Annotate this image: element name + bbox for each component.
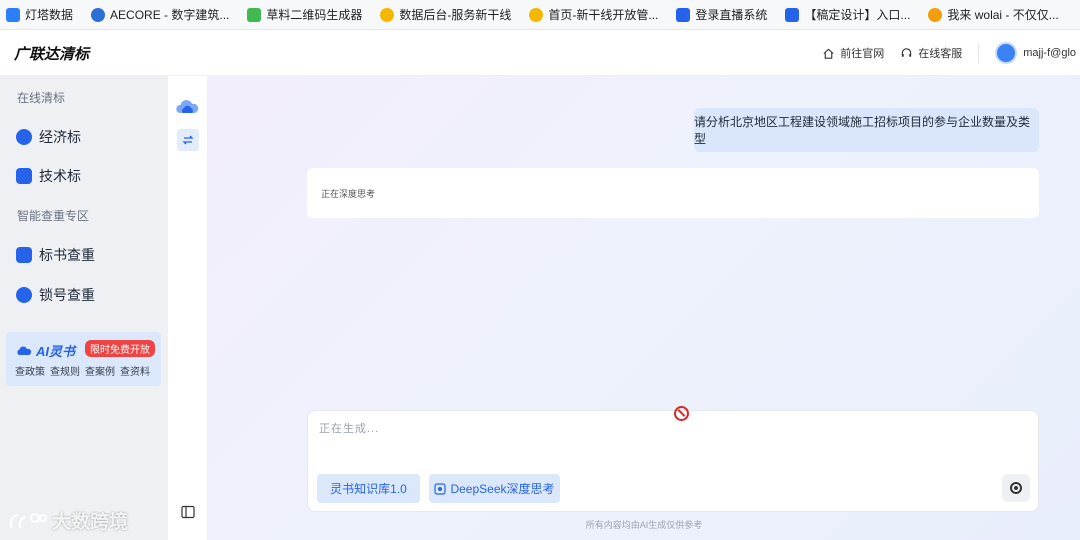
deepthink-icon xyxy=(434,482,447,495)
aecore-icon xyxy=(91,7,106,22)
bookmark-label: 首页-新干线开放管... xyxy=(548,8,659,22)
bulb-icon xyxy=(529,7,544,22)
bookmark-item[interactable]: AECORE - 数字建筑... xyxy=(91,6,229,23)
ai-disclaimer: 所有内容均由AI生成仅供参考 xyxy=(585,520,703,530)
qr-icon xyxy=(247,7,262,22)
ai-tag: 查案例 xyxy=(85,367,115,378)
chip-label: DeepSeek深度思考 xyxy=(450,482,555,496)
economic-bid-icon xyxy=(16,129,32,145)
sidebar-toggle-icon[interactable] xyxy=(180,504,196,520)
ai-tag: 查资料 xyxy=(120,367,150,378)
watermark-logo-icon xyxy=(9,512,47,528)
home-icon xyxy=(823,48,834,59)
official-site-link[interactable]: 前往官网 xyxy=(822,45,884,61)
gaoding-icon xyxy=(785,7,800,22)
ai-lingshu-card[interactable]: AI灵书 限时免费开放 查政策 查规则 查案例 查资料 xyxy=(6,332,161,386)
bulb-icon xyxy=(380,7,395,22)
lock-check-icon xyxy=(16,287,32,303)
sidebar-item-bid-check[interactable]: 标书查重 xyxy=(16,245,95,265)
watermark: 大数跨境 xyxy=(8,507,128,534)
icon-rail xyxy=(168,76,208,540)
ai-card-title-text: AI灵书 xyxy=(36,344,76,359)
new-chat-button[interactable] xyxy=(177,129,199,151)
technical-bid-icon xyxy=(16,168,32,184)
brand-title: 广联达清标 xyxy=(14,46,90,63)
section-title-check: 智能查重专区 xyxy=(17,209,90,223)
not-allowed-cursor-icon xyxy=(674,406,689,421)
answer-status: 正在深度思考 xyxy=(321,189,376,199)
chip-label: 灵书知识库1.0 xyxy=(330,482,407,496)
swap-icon xyxy=(182,135,194,145)
sidebar: 在线清标 经济标 技术标 智能查重专区 标书查重 锁号查重 AI灵书 限时免费开… xyxy=(0,76,168,540)
user-menu[interactable]: majj-f@glo xyxy=(995,42,1076,64)
bookmark-label: 草料二维码生成器 xyxy=(266,8,363,22)
user-message: 请分析北京地区工程建设领域施工招标项目的参与企业数量及类型 xyxy=(694,108,1039,152)
video-icon xyxy=(676,7,691,22)
sidebar-item-label: 经济标 xyxy=(39,129,81,145)
sidebar-item-economic-bid[interactable]: 经济标 xyxy=(16,127,81,147)
watermark-text: 大数跨境 xyxy=(52,512,129,533)
ai-card-tags: 查政策 查规则 查案例 查资料 xyxy=(15,363,150,378)
bookmark-label: 灯塔数据 xyxy=(25,8,74,22)
sidebar-item-label: 锁号查重 xyxy=(39,287,95,303)
username: majj-f@glo xyxy=(1023,47,1076,59)
stop-generating-button[interactable] xyxy=(1002,474,1030,502)
bookmark-item[interactable]: 【稿定设计】入口... xyxy=(785,6,910,23)
knowledge-base-chip[interactable]: 灵书知识库1.0 xyxy=(317,474,420,503)
sidebar-item-lock-check[interactable]: 锁号查重 xyxy=(16,285,95,305)
bookmark-item[interactable]: 灯塔数据 xyxy=(6,6,73,23)
chat-area: 请分析北京地区工程建设领域施工招标项目的参与企业数量及类型 正在深度思考 正在生… xyxy=(208,76,1080,540)
deepseek-chip[interactable]: DeepSeek深度思考 xyxy=(429,474,560,503)
wolai-icon xyxy=(928,7,943,22)
stop-icon xyxy=(1010,482,1022,494)
sidebar-item-technical-bid[interactable]: 技术标 xyxy=(16,166,81,186)
bookmark-item[interactable]: 数据后台-服务新干线 xyxy=(380,6,511,23)
bookmark-item[interactable]: 我来 wolai - 不仅仅... xyxy=(928,6,1059,23)
bookmark-item[interactable]: 草料二维码生成器 xyxy=(247,6,362,23)
official-site-label: 前往官网 xyxy=(840,48,885,60)
bid-check-icon xyxy=(16,247,32,263)
assistant-answer-card: 正在深度思考 xyxy=(307,168,1039,218)
bookmark-label: 数据后台-服务新干线 xyxy=(399,8,512,22)
cloud-logo-icon xyxy=(176,100,199,113)
sidebar-item-label: 技术标 xyxy=(39,168,81,184)
headset-icon xyxy=(902,47,912,57)
composer-input[interactable]: 正在生成... xyxy=(319,420,379,436)
header-divider xyxy=(978,43,980,63)
avatar xyxy=(995,42,1018,64)
ai-tag: 查规则 xyxy=(50,367,80,378)
section-title-online: 在线清标 xyxy=(17,91,66,105)
bookmark-item[interactable]: 首页-新干线开放管... xyxy=(529,6,658,23)
sidebar-item-label: 标书查重 xyxy=(39,247,95,263)
free-badge: 限时免费开放 xyxy=(85,340,155,357)
online-service-link[interactable]: 在线客服 xyxy=(900,45,962,61)
ai-tag: 查政策 xyxy=(15,367,45,378)
online-service-label: 在线客服 xyxy=(918,48,963,60)
bookmark-label: AECORE - 数字建筑... xyxy=(110,8,230,22)
bookmark-label: 【稿定设计】入口... xyxy=(804,8,911,22)
cloud-icon xyxy=(17,346,32,355)
bookmark-label: 我来 wolai - 不仅仅... xyxy=(947,8,1059,22)
bookmarks-bar: 灯塔数据 AECORE - 数字建筑... 草料二维码生成器 数据后台-服务新干… xyxy=(0,0,1080,30)
ai-card-title: AI灵书 xyxy=(16,341,75,360)
chat-composer[interactable]: 正在生成... 灵书知识库1.0 DeepSeek深度思考 xyxy=(307,410,1039,512)
grid-icon xyxy=(6,7,20,22)
app-header: 广联达清标 前往官网 在线客服 majj-f@glo xyxy=(0,30,1080,76)
bookmark-item[interactable]: 登录直播系统 xyxy=(676,6,767,23)
bookmark-label: 登录直播系统 xyxy=(695,8,768,22)
